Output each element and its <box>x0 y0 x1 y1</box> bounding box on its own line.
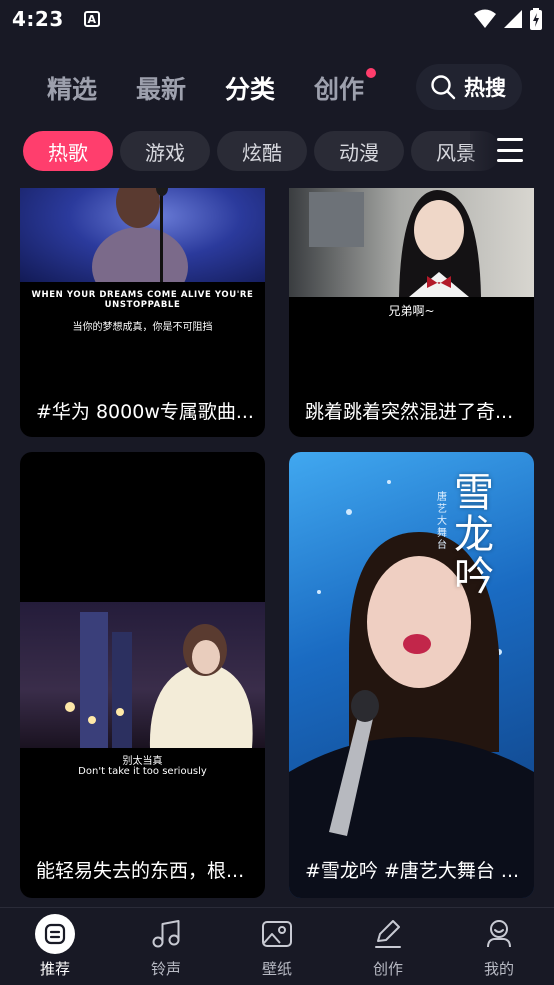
tab-latest[interactable]: 最新 <box>136 70 186 106</box>
video-card[interactable]: 别太当真 Don't take it too seriously 能轻易失去的东… <box>20 452 265 898</box>
stage-singer <box>289 480 534 898</box>
hot-search-label: 热搜 <box>464 76 506 100</box>
music-note-icon <box>146 914 186 954</box>
video-card[interactable]: 雪龙吟 唐艺大舞台 #雪龙吟 #唐艺大舞台 ... <box>289 452 534 898</box>
category-menu-button[interactable] <box>497 138 523 162</box>
caption-english: Don't take it too seriously <box>78 766 207 777</box>
chip-games[interactable]: 游戏 <box>120 131 210 171</box>
wifi-icon <box>474 9 496 28</box>
caption-chinese: 兄弟啊~ <box>388 304 435 318</box>
chip-cool[interactable]: 炫酷 <box>217 131 307 171</box>
video-title: 跳着跳着突然混进了奇... <box>305 401 514 423</box>
signal-icon <box>504 10 522 28</box>
video-title: 能轻易失去的东西，根... <box>36 860 245 882</box>
profile-icon <box>479 914 519 954</box>
notification-dot <box>366 68 377 78</box>
artwork-subtitle: 唐艺大舞台 <box>437 492 447 551</box>
nav-recommend[interactable]: 推荐 <box>15 914 95 979</box>
caption-english: WHEN YOUR DREAMS COME ALIVE YOU'RE UNSTO… <box>31 290 254 310</box>
caption-chinese: 当你的梦想成真，你是不可阻挡 <box>72 322 213 333</box>
nav-create-label: 创作 <box>372 960 403 978</box>
nav-wallpaper-label: 壁纸 <box>261 960 292 978</box>
tab-category[interactable]: 分类 <box>225 70 275 106</box>
video-title: #华为 8000w专属歌曲... <box>36 401 254 423</box>
tab-featured[interactable]: 精选 <box>47 70 97 106</box>
status-bar: 4:23 A <box>0 0 554 38</box>
video-thumbnail <box>20 602 265 748</box>
singer-silhouette <box>92 188 188 282</box>
video-thumbnail <box>20 188 265 282</box>
image-icon <box>257 914 297 954</box>
caption-chinese: 别太当真 <box>122 756 163 767</box>
artwork-title: 雪龙吟 <box>454 470 494 600</box>
nav-ringtone-label: 铃声 <box>150 960 181 978</box>
notification-icon: A <box>83 11 100 27</box>
nav-ringtone[interactable]: 铃声 <box>126 914 206 979</box>
girl-portrait <box>309 190 481 297</box>
tab-create-label: 创作 <box>314 75 365 104</box>
status-time: 4:23 <box>12 7 64 31</box>
nav-profile[interactable]: 我的 <box>459 914 539 979</box>
chip-anime[interactable]: 动漫 <box>314 131 404 171</box>
nav-create[interactable]: 创作 <box>348 914 428 979</box>
tab-create[interactable]: 创作 <box>314 68 377 106</box>
recommend-icon <box>35 914 75 954</box>
battery-icon <box>530 8 542 30</box>
hot-search-button[interactable]: 热搜 <box>416 64 522 110</box>
search-icon <box>431 75 456 100</box>
bottom-navigation: 推荐 铃声 壁纸 创作 我的 <box>0 907 554 985</box>
video-title: #雪龙吟 #唐艺大舞台 ... <box>305 860 520 882</box>
top-navigation: 精选 最新 分类 创作 热搜 <box>0 60 554 114</box>
video-card[interactable]: WHEN YOUR DREAMS COME ALIVE YOU'RE UNSTO… <box>20 188 265 437</box>
video-feed[interactable]: WHEN YOUR DREAMS COME ALIVE YOU'RE UNSTO… <box>0 188 554 907</box>
video-thumbnail <box>289 188 534 297</box>
chip-hot-songs[interactable]: 热歌 <box>23 131 113 171</box>
nav-wallpaper[interactable]: 壁纸 <box>237 914 317 979</box>
status-icons <box>474 8 542 30</box>
category-chips: 热歌 游戏 炫酷 动漫 风景 <box>0 131 554 173</box>
pencil-icon <box>368 914 408 954</box>
nav-recommend-label: 推荐 <box>39 960 70 978</box>
city-night-woman <box>65 612 253 748</box>
nav-profile-label: 我的 <box>483 960 514 978</box>
video-card[interactable]: 兄弟啊~ 跳着跳着突然混进了奇... <box>289 188 534 437</box>
